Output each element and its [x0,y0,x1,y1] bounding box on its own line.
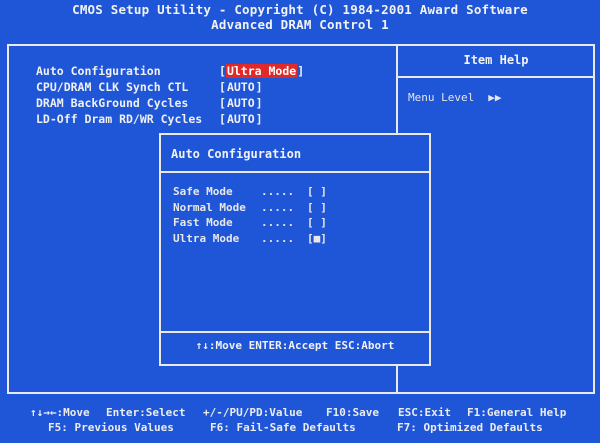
option-dots: ..... [261,231,295,245]
key-exit: ESC:Exit [398,406,451,419]
setting-label: Auto Configuration [36,64,161,78]
option-checkbox-checked[interactable]: [■] [307,231,327,246]
key-fail-safe-defaults: F6: Fail-Safe Defaults [210,421,356,434]
option-checkbox[interactable]: [ ] [307,200,327,215]
frame-top-border [7,44,595,46]
auto-configuration-dialog: Auto Configuration Safe Mode ..... [ ] N… [159,133,431,366]
app-title: CMOS Setup Utility - Copyright (C) 1984-… [72,2,528,17]
dialog-title-separator [161,171,429,173]
option-dots: ..... [261,200,295,214]
option-dots: ..... [261,216,295,229]
menu-level-label: Menu Level [408,91,475,104]
option-checkbox[interactable]: [ ] [307,184,327,199]
setting-label: DRAM BackGround Cycles [36,96,189,110]
option-label: Ultra Mode [173,231,240,245]
item-help-title: Item Help [463,53,529,67]
dialog-hint-separator [161,331,429,333]
setting-value-ld-off-dram-cycles[interactable]: [AUTO] [219,111,263,127]
frame-left-border [7,44,9,394]
setting-value-auto-configuration[interactable]: [Ultra Mode] [219,63,304,79]
footer-key-legend: ↑↓→←:Move Enter:Select +/-/PU/PD:Value F… [0,405,600,435]
key-move: ↑↓→←:Move [30,406,90,419]
setting-value-cpu-dram-clk-synch[interactable]: [AUTO] [219,79,263,95]
key-previous-values: F5: Previous Values [48,421,174,434]
key-select: Enter:Select [106,406,186,419]
dialog-key-hint: ↑↓:Move ENTER:Accept ESC:Abort [195,339,395,352]
footer-row-2: F5: Previous Values F6: Fail-Safe Defaul… [0,420,600,435]
frame-right-border [593,44,595,394]
frame-bottom-border [7,392,595,394]
key-optimized-defaults: F7: Optimized Defaults [397,421,543,434]
key-save: F10:Save [326,406,379,419]
setting-label: CPU/DRAM CLK Synch CTL [36,80,189,94]
header: CMOS Setup Utility - Copyright (C) 1984-… [0,2,600,32]
option-dots: ..... [261,185,295,198]
page-title: Advanced DRAM Control 1 [211,17,389,32]
key-general-help: F1:General Help [467,406,567,419]
option-checkbox[interactable]: [ ] [307,215,327,230]
setting-label: LD-Off Dram RD/WR Cycles [36,112,203,126]
key-value: +/-/PU/PD:Value [203,406,303,419]
dialog-title: Auto Configuration [171,147,302,161]
option-label: Fast Mode [173,216,233,229]
option-label: Normal Mode [173,200,246,214]
setting-value-dram-background-cycles[interactable]: [AUTO] [219,95,263,111]
help-title-separator [396,76,595,78]
double-arrow-right-icon: ▶▶ [488,91,502,104]
bios-screen: CMOS Setup Utility - Copyright (C) 1984-… [0,0,600,443]
footer-row-1: ↑↓→←:Move Enter:Select +/-/PU/PD:Value F… [0,405,600,420]
option-label: Safe Mode [173,185,233,198]
menu-level: Menu Level ▶▶ [408,91,501,104]
